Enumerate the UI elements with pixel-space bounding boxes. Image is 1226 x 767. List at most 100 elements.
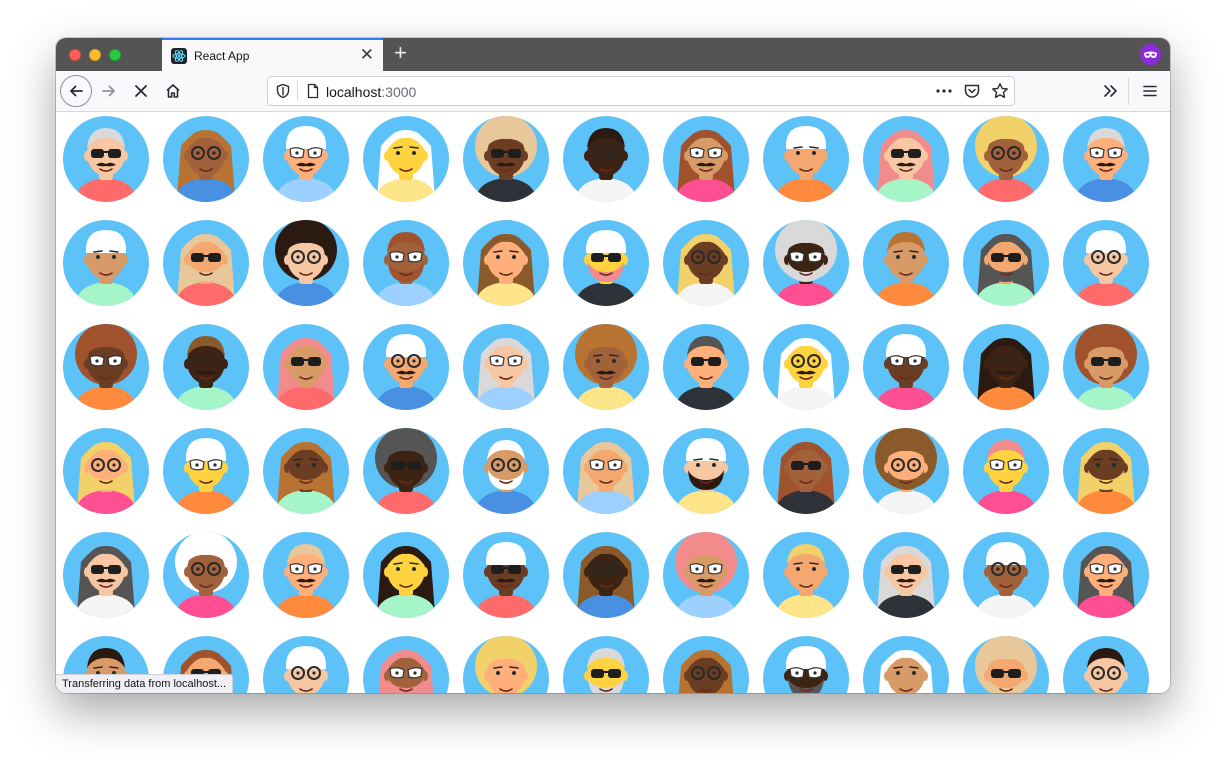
avatar — [563, 532, 649, 618]
close-tab-icon[interactable]: ✕ — [360, 45, 374, 65]
home-button[interactable] — [157, 75, 189, 107]
avatar — [563, 428, 649, 514]
page-icon[interactable] — [305, 83, 321, 104]
arrow-right-icon — [102, 85, 115, 97]
avatar — [63, 428, 149, 514]
avatar — [363, 428, 449, 514]
avatar — [863, 532, 949, 618]
close-window-button[interactable] — [69, 49, 81, 61]
avatar — [663, 220, 749, 306]
tab-title: React App — [194, 49, 250, 63]
avatar — [763, 636, 849, 693]
avatar — [863, 324, 949, 410]
avatar — [63, 532, 149, 618]
avatar — [563, 116, 649, 202]
avatar — [1063, 324, 1149, 410]
avatar — [1063, 116, 1149, 202]
avatar — [563, 636, 649, 693]
chevron-double-right-icon — [1104, 85, 1117, 97]
avatar — [1063, 532, 1149, 618]
avatar — [263, 532, 349, 618]
avatar — [763, 324, 849, 410]
avatar — [263, 116, 349, 202]
new-tab-button[interactable]: + — [394, 41, 407, 65]
avatar — [263, 324, 349, 410]
avatar — [563, 220, 649, 306]
avatar — [163, 220, 249, 306]
avatar — [363, 116, 449, 202]
address-bar-divider — [297, 81, 298, 101]
home-icon — [166, 84, 180, 98]
avatar — [263, 428, 349, 514]
pocket-icon[interactable] — [963, 83, 981, 105]
avatar — [463, 428, 549, 514]
avatar — [463, 116, 549, 202]
page-actions-icon[interactable] — [935, 83, 953, 104]
avatar — [663, 324, 749, 410]
avatar — [63, 324, 149, 410]
avatar — [263, 220, 349, 306]
stop-loading-button[interactable] — [125, 75, 157, 107]
tab-strip: React App ✕ + — [56, 38, 1170, 71]
avatar — [663, 116, 749, 202]
avatar — [163, 532, 249, 618]
avatar — [663, 636, 749, 693]
arrow-left-icon — [70, 85, 83, 97]
avatar — [763, 116, 849, 202]
avatar — [363, 220, 449, 306]
minimize-window-button[interactable] — [89, 49, 101, 61]
avatar — [763, 428, 849, 514]
avatar — [463, 220, 549, 306]
navigation-toolbar: localhost:3000 — [56, 71, 1170, 112]
toolbar-divider — [1128, 78, 1129, 105]
avatar — [1063, 636, 1149, 693]
address-bar[interactable]: localhost:3000 — [267, 76, 1015, 106]
url-port: :3000 — [381, 84, 417, 100]
avatar — [163, 324, 249, 410]
forward-button[interactable] — [93, 75, 125, 107]
hamburger-menu-icon — [1143, 85, 1157, 97]
avatar — [963, 636, 1049, 693]
avatar — [663, 428, 749, 514]
avatar — [1063, 220, 1149, 306]
avatar — [963, 116, 1049, 202]
avatar — [563, 324, 649, 410]
avatar — [663, 532, 749, 618]
tracking-protection-shield-icon[interactable] — [275, 83, 291, 104]
avatar — [463, 532, 549, 618]
status-bar: Transferring data from localhost... — [56, 674, 234, 693]
avatar — [63, 116, 149, 202]
avatar — [63, 220, 149, 306]
app-menu-button[interactable] — [1134, 75, 1166, 107]
zoom-window-button[interactable] — [109, 49, 121, 61]
avatar — [963, 220, 1049, 306]
avatar — [763, 220, 849, 306]
avatar — [163, 116, 249, 202]
tab-react-app[interactable]: React App ✕ — [162, 38, 383, 71]
url-host: localhost — [326, 84, 382, 100]
stop-icon — [135, 85, 147, 97]
react-logo-icon — [171, 48, 187, 64]
bookmark-star-icon[interactable] — [991, 82, 1009, 105]
avatar — [363, 532, 449, 618]
avatar — [263, 636, 349, 693]
url-text[interactable]: localhost:3000 — [326, 84, 416, 100]
avatar — [163, 428, 249, 514]
avatar — [963, 428, 1049, 514]
avatar — [863, 116, 949, 202]
overflow-menu-button[interactable] — [1094, 75, 1126, 107]
avatar — [763, 532, 849, 618]
browser-window: React App ✕ + localhost:3000 Transferrin… — [56, 38, 1170, 693]
avatar — [963, 324, 1049, 410]
avatar — [363, 636, 449, 693]
avatar — [863, 636, 949, 693]
avatar — [863, 220, 949, 306]
avatar — [463, 324, 549, 410]
avatar — [363, 324, 449, 410]
avatar — [963, 532, 1049, 618]
private-browsing-icon — [1140, 44, 1161, 65]
back-button[interactable] — [60, 75, 92, 107]
avatar-grid — [56, 112, 1170, 693]
avatar — [1063, 428, 1149, 514]
avatar — [463, 636, 549, 693]
